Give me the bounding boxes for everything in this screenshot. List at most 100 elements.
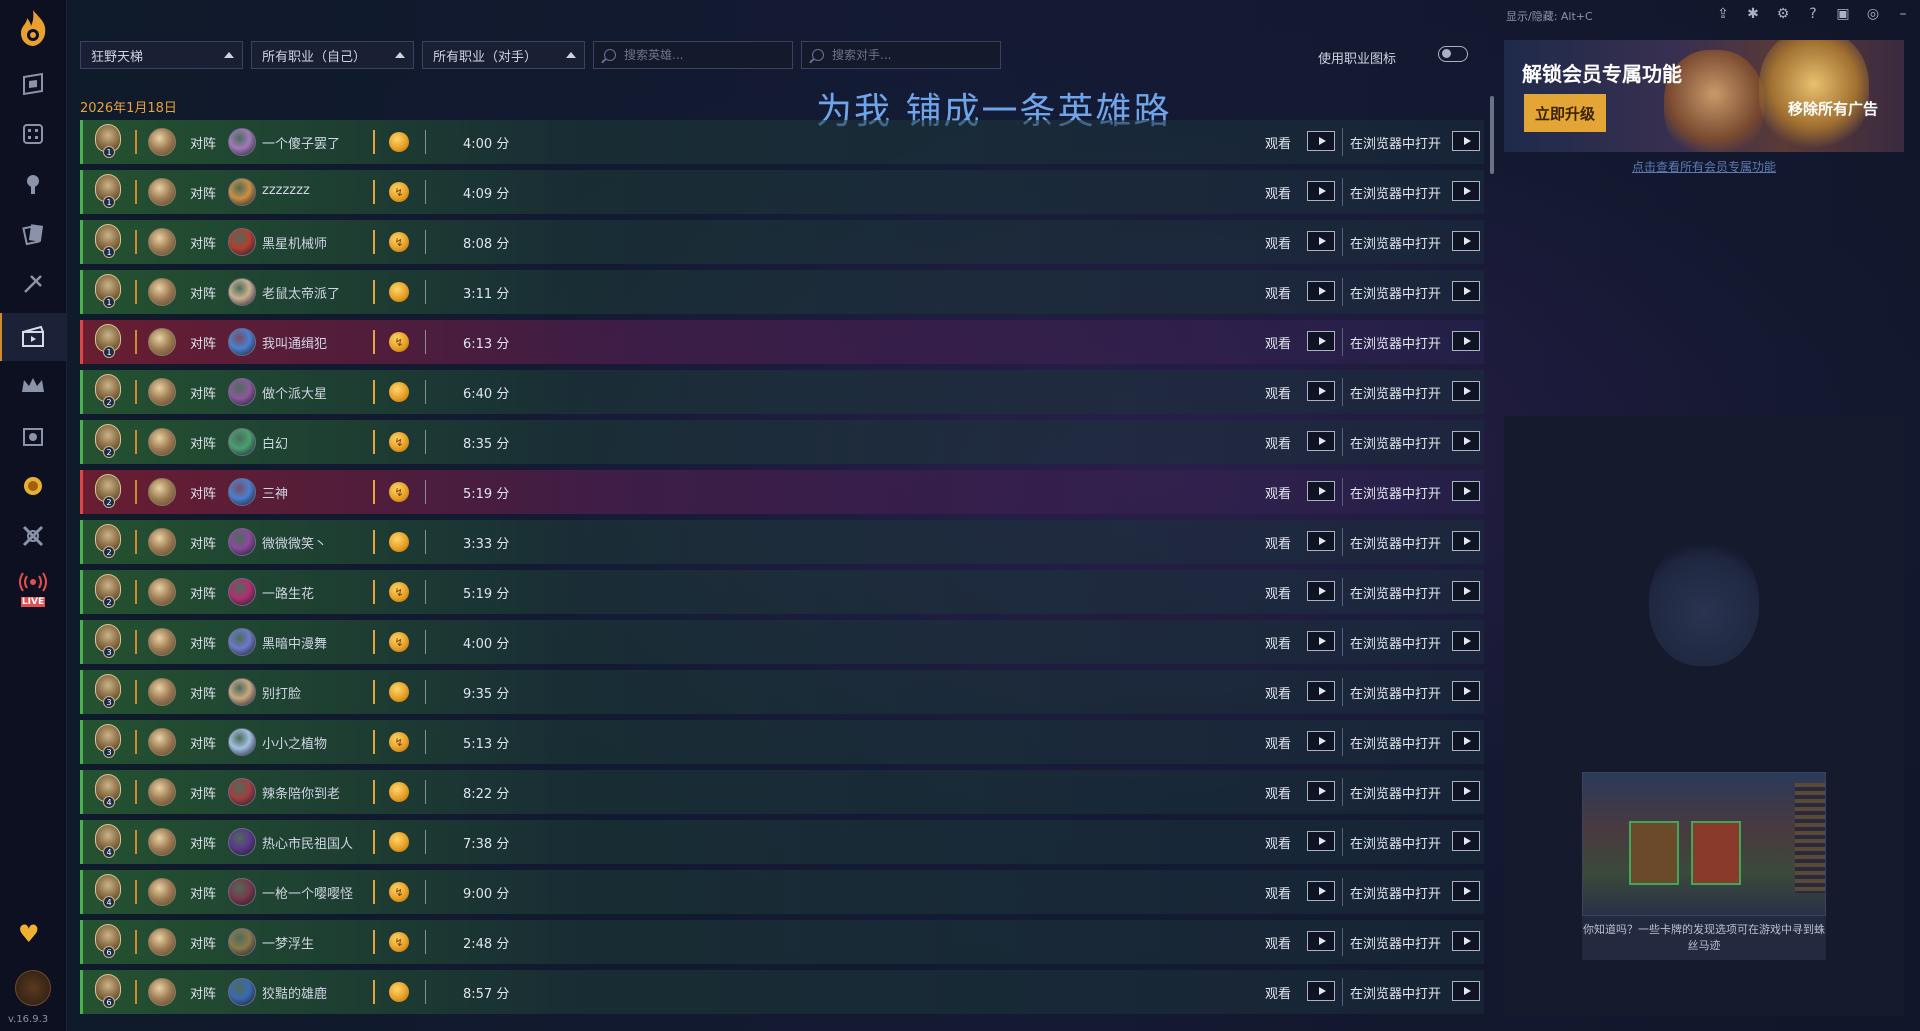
replays-icon[interactable]: [17, 321, 49, 353]
row-separator: [373, 730, 375, 754]
game-row[interactable]: 1 对阵 老鼠太帝派了 3:11 分 观看 在浏览器中打开: [80, 270, 1484, 314]
open-in-browser-button[interactable]: [1452, 181, 1480, 201]
opponent-hero-avatar: [228, 978, 256, 1006]
action-divider: [1342, 778, 1343, 806]
game-row[interactable]: 6 对阵 狡黠的雄鹿 8:57 分 观看 在浏览器中打开: [80, 970, 1484, 1014]
game-row[interactable]: 2 对阵 白幻 ↯ 8:35 分 观看 在浏览器中打开: [80, 420, 1484, 464]
watch-play-button[interactable]: [1307, 331, 1335, 351]
rank-number: 3: [103, 646, 115, 658]
crown-icon[interactable]: [17, 370, 49, 402]
row-separator: [425, 830, 426, 854]
watch-play-button[interactable]: [1307, 631, 1335, 651]
watch-play-button[interactable]: [1307, 781, 1335, 801]
heart-icon[interactable]: ♥: [18, 920, 40, 948]
upgrade-button[interactable]: 立即升级: [1524, 94, 1606, 132]
watch-play-button[interactable]: [1307, 881, 1335, 901]
watch-play-button[interactable]: [1307, 731, 1335, 751]
vs-label: 对阵: [190, 487, 217, 502]
arena-icon[interactable]: [17, 268, 49, 300]
premium-ad[interactable]: 解锁会员专属功能 立即升级 移除所有广告: [1504, 40, 1904, 152]
watch-play-button[interactable]: [1307, 831, 1335, 851]
open-in-browser-button[interactable]: [1452, 331, 1480, 351]
decks-icon[interactable]: [17, 68, 49, 100]
game-row[interactable]: 3 对阵 黑暗中漫舞 ↯ 4:00 分 观看 在浏览器中打开: [80, 620, 1484, 664]
opponent-name: 黑星机械师: [262, 237, 328, 252]
watch-play-button[interactable]: [1307, 381, 1335, 401]
game-row[interactable]: 4 对阵 一枪一个嘤嘤怪 ↯ 9:00 分 观看 在浏览器中打开: [80, 870, 1484, 914]
watch-play-button[interactable]: [1307, 181, 1335, 201]
scrollbar[interactable]: [1490, 96, 1494, 174]
open-in-browser-button[interactable]: [1452, 831, 1480, 851]
game-row[interactable]: 4 对阵 热心市民祖国人 7:38 分 观看 在浏览器中打开: [80, 820, 1484, 864]
hero-search-input[interactable]: [622, 47, 776, 63]
open-in-browser-button[interactable]: [1452, 381, 1480, 401]
discord-icon[interactable]: ▣: [1834, 5, 1852, 23]
rank-number: 6: [103, 946, 115, 958]
opponent-hero-avatar: [228, 628, 256, 656]
opponent-search-input[interactable]: [830, 47, 984, 63]
watch-play-button[interactable]: [1307, 481, 1335, 501]
gear-icon[interactable]: ⚙: [1774, 5, 1792, 23]
open-in-browser-button[interactable]: [1452, 681, 1480, 701]
game-row[interactable]: 3 对阵 别打脸 9:35 分 观看 在浏览器中打开: [80, 670, 1484, 714]
open-in-browser-button[interactable]: [1452, 631, 1480, 651]
open-in-browser-button[interactable]: [1452, 931, 1480, 951]
player-hero-avatar: [148, 578, 176, 606]
watch-play-button[interactable]: [1307, 981, 1335, 1001]
user-avatar[interactable]: [15, 970, 51, 1006]
globe-icon[interactable]: ◎: [1864, 5, 1882, 23]
game-row[interactable]: 2 对阵 做个派大星 6:40 分 观看 在浏览器中打开: [80, 370, 1484, 414]
version-label: v.16.9.3: [8, 1014, 49, 1025]
mode-filter[interactable]: 狂野天梯: [80, 41, 243, 69]
duels-icon[interactable]: [17, 520, 49, 552]
class-icon-toggle[interactable]: [1438, 46, 1468, 62]
game-row[interactable]: 1 对阵 我叫通缉犯 ↯ 6:13 分 观看 在浏览器中打开: [80, 320, 1484, 364]
open-in-browser-button[interactable]: [1452, 231, 1480, 251]
row-separator: [425, 530, 426, 554]
help-icon[interactable]: ?: [1804, 5, 1822, 23]
app-logo[interactable]: [15, 8, 51, 48]
game-row[interactable]: 6 对阵 一梦浮生 ↯ 2:48 分 观看 在浏览器中打开: [80, 920, 1484, 964]
watch-play-button[interactable]: [1307, 281, 1335, 301]
watch-play-button[interactable]: [1307, 681, 1335, 701]
game-row[interactable]: 1 对阵 黑星机械师 ↯ 8:08 分 观看 在浏览器中打开: [80, 220, 1484, 264]
vs-label: 对阵: [190, 337, 217, 352]
open-in-browser-button[interactable]: [1452, 981, 1480, 1001]
own-class-filter[interactable]: 所有职业（自己）: [251, 41, 414, 69]
cards-icon[interactable]: [17, 218, 49, 250]
game-row[interactable]: 4 对阵 辣条陪你到老 8:22 分 观看 在浏览器中打开: [80, 770, 1484, 814]
open-in-browser-button[interactable]: [1452, 131, 1480, 151]
open-in-browser-button[interactable]: [1452, 781, 1480, 801]
premium-features-link[interactable]: 点击查看所有会员专属功能: [1504, 158, 1904, 175]
game-row[interactable]: 1 对阵 zzzzzzz ↯ 4:09 分 观看 在浏览器中打开: [80, 170, 1484, 214]
opp-class-filter[interactable]: 所有职业（对手）: [422, 41, 585, 69]
open-in-browser-button[interactable]: [1452, 481, 1480, 501]
watch-play-button[interactable]: [1307, 581, 1335, 601]
watch-play-button[interactable]: [1307, 431, 1335, 451]
watch-play-button[interactable]: [1307, 231, 1335, 251]
game-row[interactable]: 2 对阵 三神 ↯ 5:19 分 观看 在浏览器中打开: [80, 470, 1484, 514]
watch-play-button[interactable]: [1307, 131, 1335, 151]
minimize-icon[interactable]: –: [1894, 5, 1912, 23]
game-row[interactable]: 3 对阵 小小之植物 ↯ 5:13 分 观看 在浏览器中打开: [80, 720, 1484, 764]
game-row[interactable]: 1 对阵 一个傻子罢了 4:00 分 观看 在浏览器中打开: [80, 120, 1484, 164]
open-in-browser-button[interactable]: [1452, 581, 1480, 601]
battlegrounds-icon[interactable]: [17, 168, 49, 200]
opponent-name: 热心市民祖国人: [262, 837, 354, 852]
watch-play-button[interactable]: [1307, 531, 1335, 551]
share-icon[interactable]: ⇪: [1714, 5, 1732, 23]
stats-icon[interactable]: [17, 118, 49, 150]
open-in-browser-button[interactable]: [1452, 881, 1480, 901]
watch-play-button[interactable]: [1307, 931, 1335, 951]
bug-icon[interactable]: ✱: [1744, 5, 1762, 23]
game-row[interactable]: 2 对阵 微微微笑丶 3:33 分 观看 在浏览器中打开: [80, 520, 1484, 564]
calendar-icon[interactable]: [17, 420, 49, 452]
second-player-coin-icon: ↯: [389, 232, 409, 252]
open-in-browser-button[interactable]: [1452, 281, 1480, 301]
live-icon[interactable]: LIVE: [15, 570, 51, 607]
game-row[interactable]: 2 对阵 一路生花 ↯ 5:19 分 观看 在浏览器中打开: [80, 570, 1484, 614]
mercenaries-icon[interactable]: [17, 470, 49, 502]
open-in-browser-button[interactable]: [1452, 731, 1480, 751]
open-in-browser-button[interactable]: [1452, 531, 1480, 551]
open-in-browser-button[interactable]: [1452, 431, 1480, 451]
